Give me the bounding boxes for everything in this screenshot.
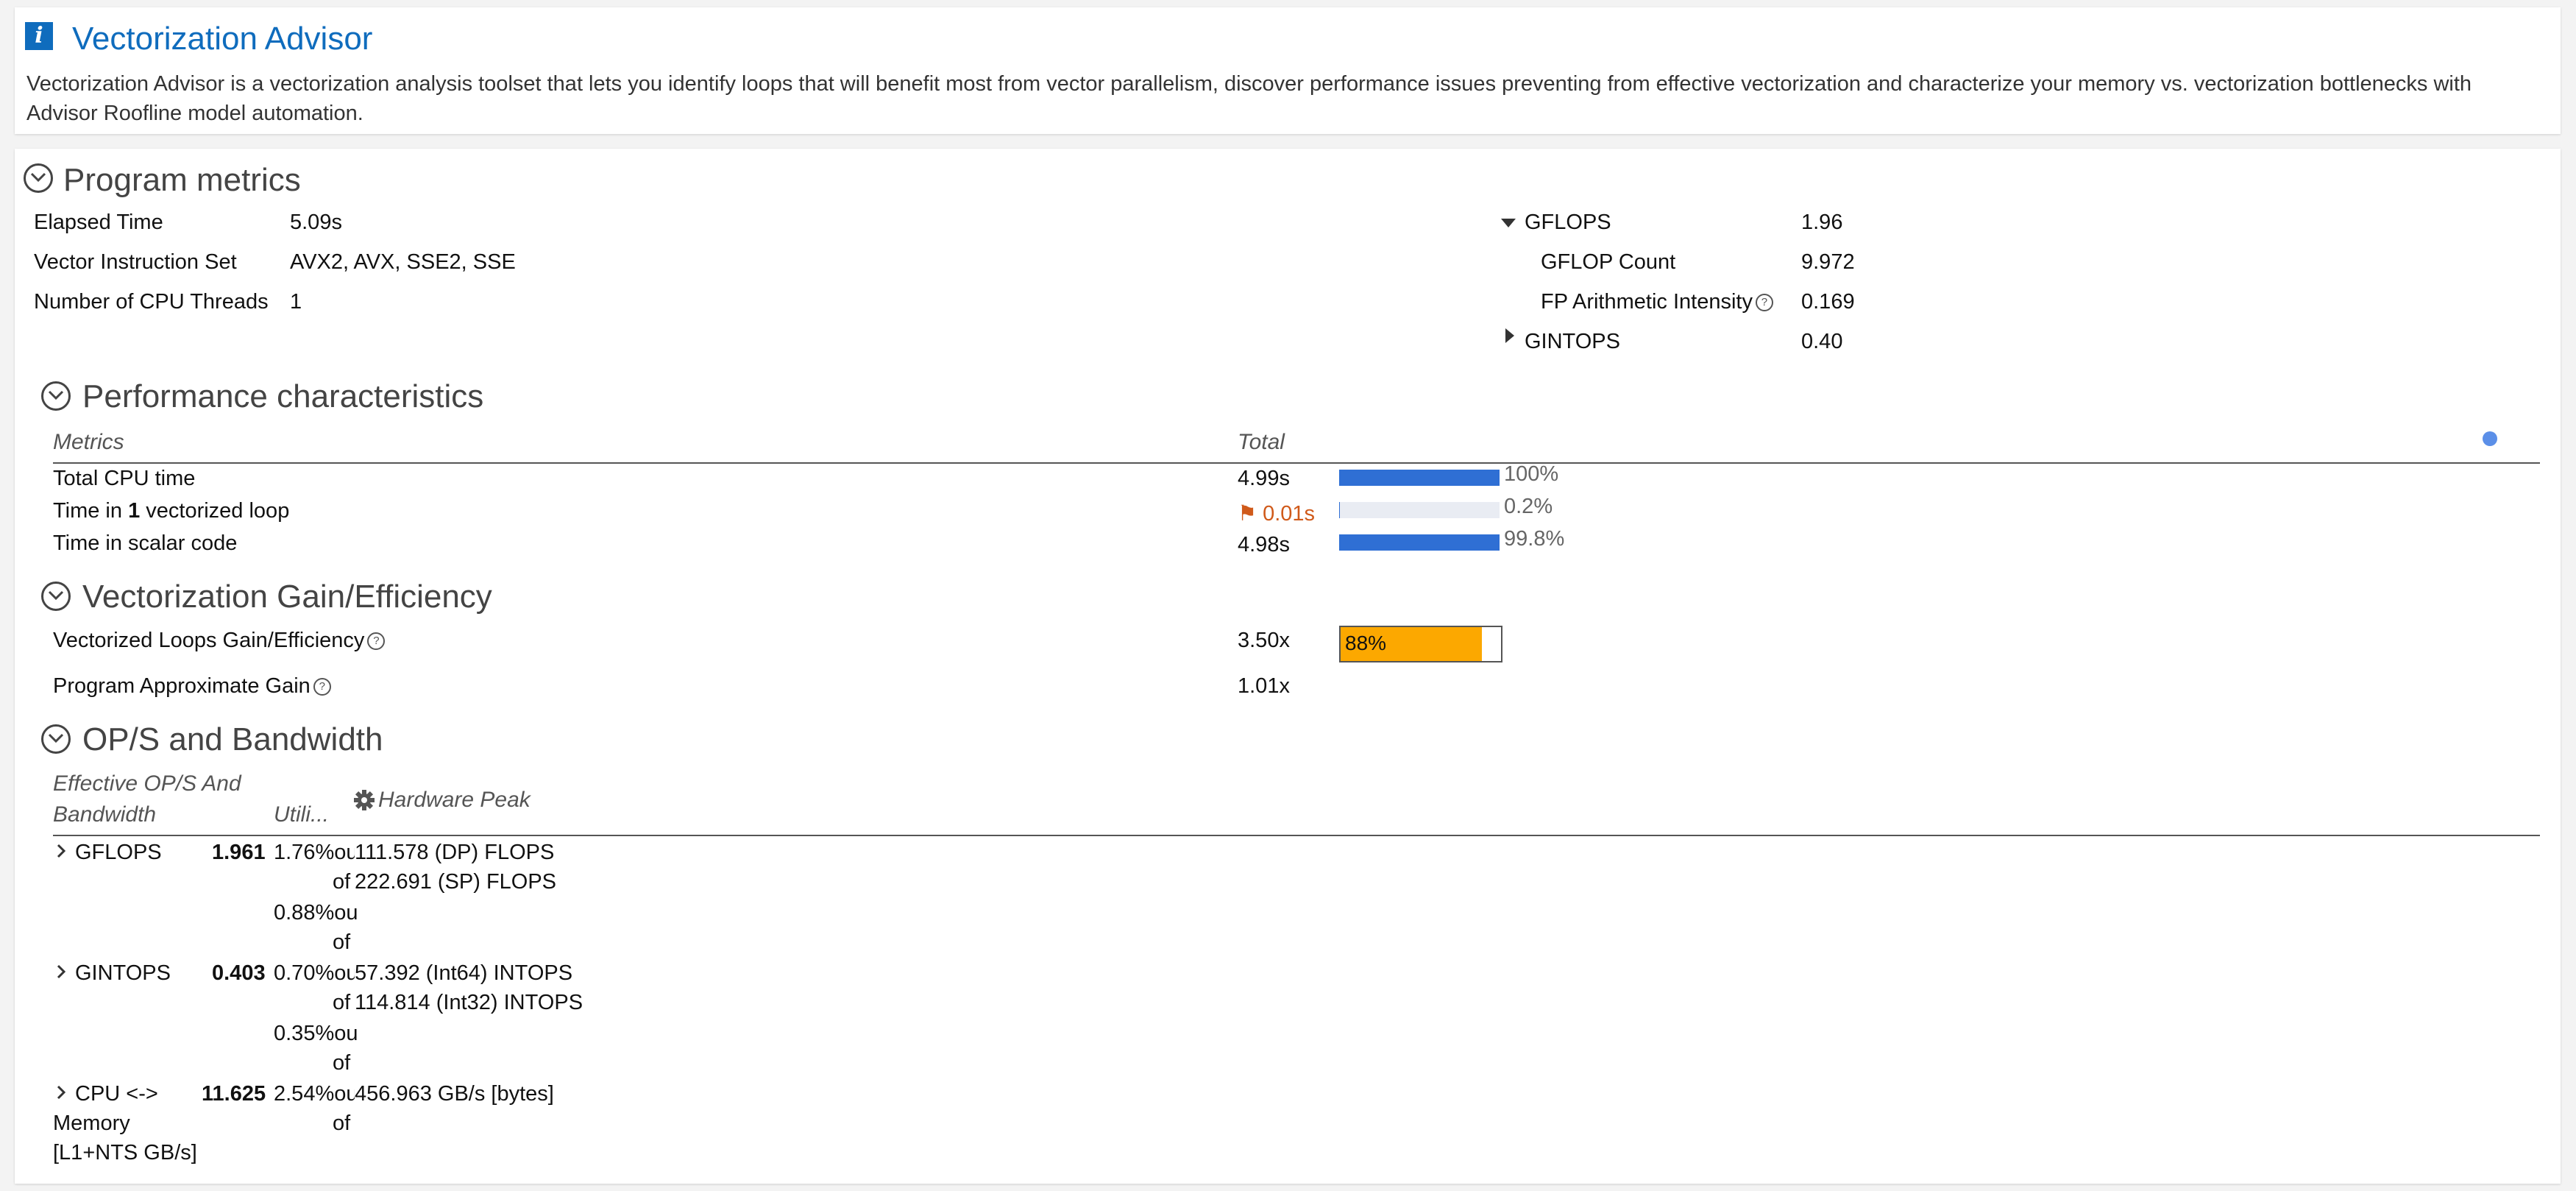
metric-label-instruction-set: Vector Instruction Set [34,250,237,274]
page-title: Vectorization Advisor [72,21,373,57]
ops-util: 2.54%ou [274,1082,358,1106]
metric-value-gflops: 1.96 [1801,211,1843,234]
help-icon[interactable]: ? [313,678,331,696]
help-icon[interactable]: ? [1755,294,1773,312]
program-gain-label: Program Approximate Gain? [53,674,331,699]
perf-row-label: Total CPU time [53,467,196,490]
column-header-effective: Effective OP/S And [53,771,241,796]
metric-label-gintops: GINTOPS [1525,330,1620,353]
metric-value-gintops: 0.40 [1801,330,1843,353]
perf-row-label: Time in 1 vectorized loop [53,499,290,523]
vector-gain-value: 3.50x [1238,629,1290,652]
chevron-right-icon[interactable] [56,964,66,983]
ops-row-value: 1.961 [212,841,266,864]
chevron-right-icon[interactable] [56,844,66,862]
info-panel: i Vectorization Advisor Vectorization Ad… [15,7,2561,134]
perf-bar [1339,534,1500,551]
perf-row-value: 4.99s [1238,467,1290,490]
ops-row-name-line2: Memory [53,1112,130,1135]
caret-right-icon[interactable] [1505,328,1514,347]
ops-util-of: of [333,930,351,954]
collapse-program-metrics-icon[interactable] [24,163,53,193]
column-header-utilization: Utili... [274,802,329,827]
ops-util: 0.88%ou [274,901,358,925]
ops-peak: 111.578 (DP) FLOPS [355,841,555,865]
metric-label-elapsed: Elapsed Time [34,211,163,234]
ops-row-name: CPU <-> [75,1082,158,1106]
metric-value-gflop-count: 9.972 [1801,250,1855,274]
ops-row-name-line3: [L1+NTS GB/s] [53,1141,197,1165]
metric-label-threads: Number of CPU Threads [34,290,269,314]
info-icon: i [25,22,53,50]
help-icon[interactable]: ? [367,632,386,651]
perf-row-label: Time in scalar code [53,531,238,555]
collapse-ops-icon[interactable] [41,724,71,754]
ops-row-value: 11.625 [202,1082,266,1106]
ops-util-of: of [333,1112,351,1135]
ops-util-of: of [333,870,351,894]
ops-peak: 57.392 (Int64) INTOPS [355,961,573,986]
ops-row-value: 0.403 [212,961,266,985]
perf-row-value: 4.98s [1238,533,1290,556]
ops-util: 1.76%ou [274,841,358,864]
column-header-effective-2: Bandwidth [53,802,157,827]
metric-value-threads: 1 [290,290,302,314]
status-dot [2483,431,2497,446]
ops-row-name: GINTOPS [75,961,171,985]
section-title-ops: OP/S and Bandwidth [82,721,383,757]
ops-util: 0.35%ou [274,1022,358,1045]
perf-row-percent: 99.8% [1504,527,1565,551]
ops-util: 0.70%ou [274,961,358,985]
header-divider [53,462,2540,464]
section-title-vectorization: Vectorization Gain/Efficiency [82,579,492,615]
ops-peak: 222.691 (SP) FLOPS [355,870,557,894]
efficiency-text: 88% [1345,632,1387,654]
program-gain-value: 1.01x [1238,674,1290,698]
ops-util-of: of [333,991,351,1014]
section-title-performance: Performance characteristics [82,378,484,414]
caret-down-icon[interactable] [1501,218,1516,231]
ops-util-of: of [333,1051,351,1075]
section-title-program-metrics: Program metrics [63,162,301,198]
gear-icon[interactable] [353,789,375,815]
perf-bar [1339,502,1500,518]
ops-peak: 456.963 GB/s [bytes] [355,1082,554,1106]
perf-bar-fill [1339,534,1500,551]
metric-label-fp-intensity: FP Arithmetic Intensity? [1541,290,1773,314]
main-panel: Program metrics Elapsed Time 5.09s Vecto… [15,149,2561,1184]
collapse-performance-icon[interactable] [41,381,71,411]
column-header-total: Total [1238,430,1285,454]
chevron-right-icon[interactable] [56,1085,66,1103]
column-header-hardware-peak: Hardware Peak [378,788,531,812]
metric-value-fp-intensity: 0.169 [1801,290,1855,314]
perf-bar [1339,470,1500,486]
perf-bar-fill [1339,470,1500,486]
metric-label-gflop-count: GFLOP Count [1541,250,1676,274]
perf-row-percent: 100% [1504,462,1559,486]
efficiency-bar: 88% [1339,626,1502,662]
perf-row-percent: 0.2% [1504,495,1553,518]
column-header-metrics: Metrics [53,430,124,454]
flag-icon: ⚑ [1238,502,1263,526]
perf-row-value-flagged: ⚑ 0.01s [1238,502,1316,526]
ops-row-name: GFLOPS [75,841,162,864]
ops-peak: 114.814 (Int32) INTOPS [355,991,583,1015]
vector-gain-label: Vectorized Loops Gain/Efficiency? [53,629,386,653]
ops-header-divider [53,835,2540,836]
page-description: Vectorization Advisor is a vectorization… [26,72,2472,125]
metric-value-elapsed: 5.09s [290,211,342,234]
collapse-vectorization-icon[interactable] [41,582,71,611]
metric-value-instruction-set: AVX2, AVX, SSE2, SSE [290,250,516,274]
metric-label-gflops: GFLOPS [1525,211,1611,234]
